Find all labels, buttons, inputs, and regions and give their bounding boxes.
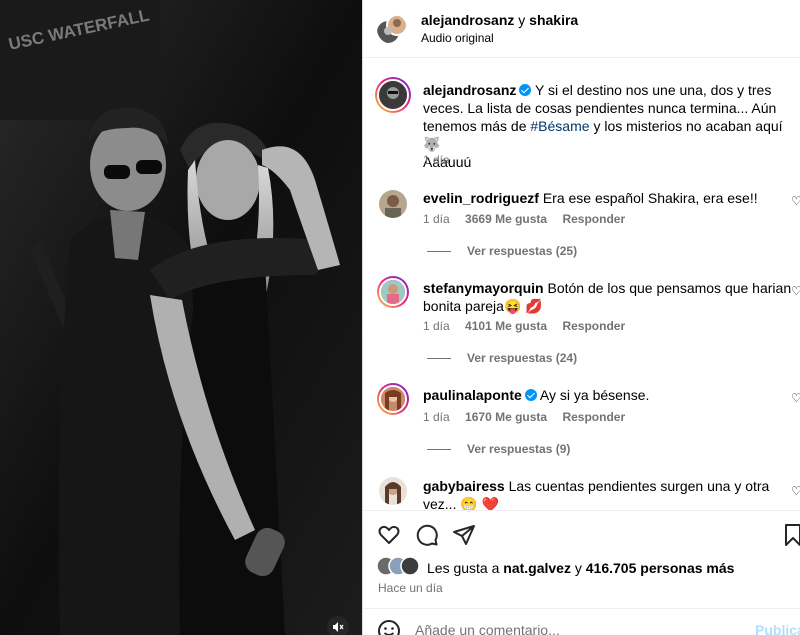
comment-likes[interactable]: 4101 Me gusta — [465, 319, 547, 333]
mute-button[interactable] — [327, 616, 349, 635]
comment-text: Era ese español Shakira, era ese!! — [542, 190, 758, 206]
post-time[interactable]: Hace un día — [378, 581, 443, 595]
comment-avatar[interactable] — [377, 383, 409, 415]
comment-meta: 1 día 1670 Me gusta Responder — [423, 410, 637, 424]
audio-label[interactable]: Audio original — [421, 31, 494, 45]
comment-time[interactable]: 1 día — [423, 212, 450, 226]
comment-body: paulinalaponte Ay si ya bésense. — [423, 386, 795, 404]
comment-input[interactable]: Añade un comentario... — [415, 622, 560, 635]
divider — [427, 358, 451, 360]
avatar — [379, 81, 407, 109]
share-icon[interactable] — [452, 523, 476, 547]
avatar — [381, 387, 405, 411]
collab-avatars[interactable] — [377, 14, 407, 44]
view-replies-button[interactable]: Ver respuestas (9) — [427, 442, 570, 456]
reply-button[interactable]: Responder — [562, 319, 625, 333]
reply-button[interactable]: Responder — [562, 410, 625, 424]
avatar — [381, 280, 405, 304]
verified-icon — [524, 389, 537, 401]
avatar — [379, 190, 407, 218]
likes-count[interactable]: 416.705 personas más — [586, 560, 735, 576]
divider — [427, 251, 451, 253]
like-icon[interactable] — [377, 523, 401, 547]
comment-time[interactable]: 1 día — [423, 410, 450, 424]
comment-like-icon[interactable]: ♡ — [791, 391, 800, 405]
comment-like-icon[interactable]: ♡ — [791, 484, 800, 498]
comment-likes[interactable]: 3669 Me gusta — [465, 212, 547, 226]
comment-body: evelin_rodriguezf Era ese español Shakir… — [423, 189, 795, 207]
post-header: alejandrosanz y shakira Audio original — [363, 0, 800, 58]
verified-icon — [519, 84, 532, 96]
likes-summary: Les gusta a nat.galvez y 416.705 persona… — [427, 560, 734, 576]
caption-time[interactable]: 1 día — [423, 153, 450, 167]
comment-avatar[interactable] — [377, 276, 409, 308]
comment-body: stefanymayorquin Botón de los que pensam… — [423, 279, 795, 315]
comment-username[interactable]: paulinalaponte — [423, 387, 522, 403]
comment-username[interactable]: gabybairess — [423, 478, 505, 494]
view-replies-button[interactable]: Ver respuestas (25) — [427, 244, 577, 258]
liked-by-avatars[interactable] — [376, 556, 421, 576]
comment-text: Ay si ya bésense. — [539, 387, 650, 403]
comment-icon[interactable] — [415, 523, 439, 547]
caption-avatar[interactable] — [375, 77, 411, 113]
header-user-2[interactable]: shakira — [529, 12, 578, 28]
post-image: USC WATERFALL — [0, 0, 362, 635]
add-comment-bar: Añade un comentario... Publicar — [363, 608, 800, 635]
view-replies-button[interactable]: Ver respuestas (24) — [427, 351, 577, 365]
avatar — [377, 14, 407, 43]
header-connector: y — [518, 12, 526, 28]
save-icon[interactable] — [781, 523, 800, 547]
post-panel: alejandrosanz y shakira Audio original a… — [362, 0, 800, 635]
comment-like-icon[interactable]: ♡ — [791, 284, 800, 298]
likes-prefix: Les gusta a — [427, 560, 500, 576]
publish-button[interactable]: Publicar — [755, 622, 800, 635]
post-photo[interactable]: USC WATERFALL — [0, 0, 362, 635]
view-replies-label: Ver respuestas (9) — [467, 442, 571, 456]
view-replies-label: Ver respuestas (25) — [467, 244, 578, 258]
likes-connector: y — [574, 560, 582, 576]
comment-likes[interactable]: 1670 Me gusta — [465, 410, 547, 424]
avatar — [379, 477, 407, 505]
caption-username[interactable]: alejandrosanz — [423, 82, 516, 98]
comment-username[interactable]: evelin_rodriguezf — [423, 190, 539, 206]
emoji-icon[interactable] — [377, 619, 401, 635]
liked-by-user[interactable]: nat.galvez — [503, 560, 571, 576]
view-replies-label: Ver respuestas (24) — [467, 351, 578, 365]
header-user-1[interactable]: alejandrosanz — [421, 12, 514, 28]
comment-body: gabybairess Las cuentas pendientes surge… — [423, 477, 795, 513]
divider — [427, 449, 451, 451]
hashtag-link[interactable]: #Bésame — [530, 118, 589, 134]
comment-avatar[interactable] — [379, 477, 407, 505]
comment-time[interactable]: 1 día — [423, 319, 450, 333]
comment-username[interactable]: stefanymayorquin — [423, 280, 544, 296]
comment-avatar[interactable] — [379, 190, 407, 218]
comment-meta: 1 día 4101 Me gusta Responder — [423, 319, 637, 333]
post-caption: alejandrosanz Y si el destino nos une un… — [423, 81, 799, 171]
mute-icon — [333, 622, 344, 632]
comment-like-icon[interactable]: ♡ — [791, 194, 800, 208]
avatar — [376, 556, 420, 576]
reply-button[interactable]: Responder — [562, 212, 625, 226]
comment-meta: 1 día 3669 Me gusta Responder — [423, 212, 637, 226]
